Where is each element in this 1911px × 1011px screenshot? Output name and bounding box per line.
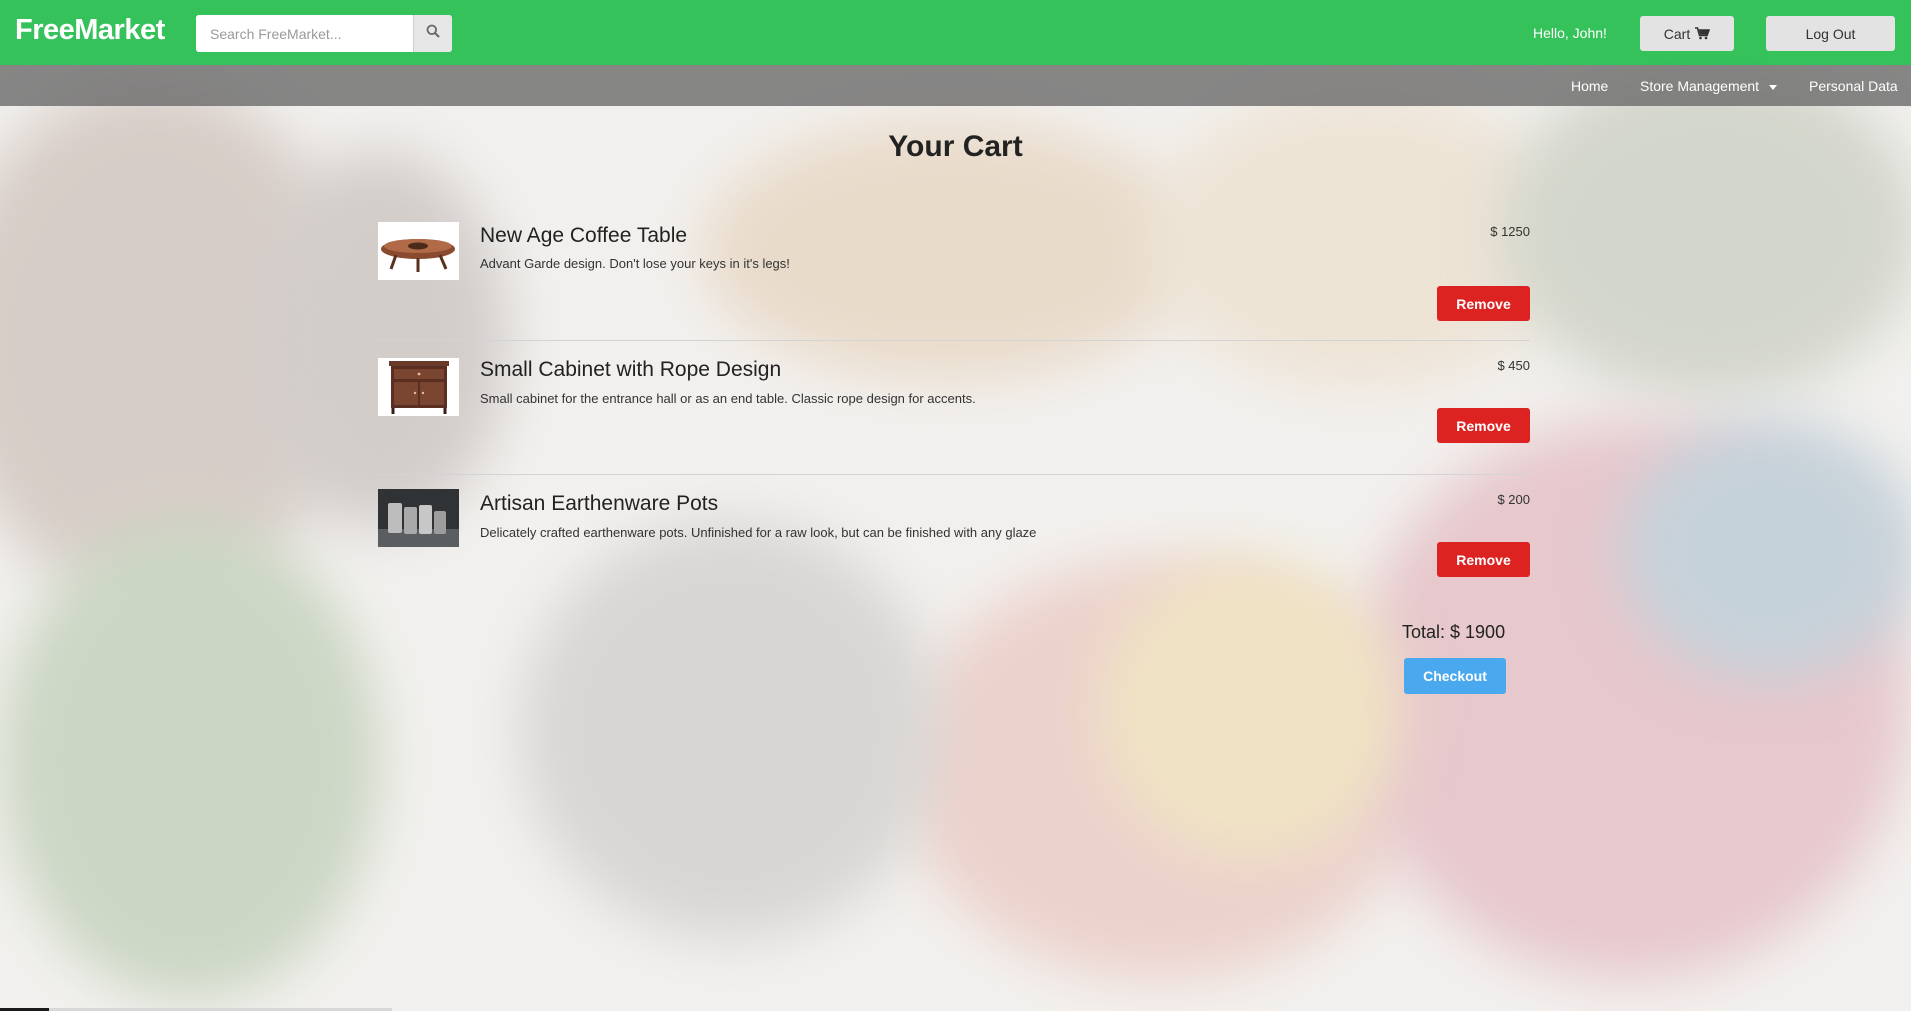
product-description: Delicately crafted earthenware pots. Unf…	[480, 525, 1037, 540]
remove-button[interactable]: Remove	[1437, 286, 1530, 321]
product-price: $ 450	[1497, 358, 1530, 373]
logout-button[interactable]: Log Out	[1766, 16, 1895, 51]
product-description: Small cabinet for the entrance hall or a…	[480, 391, 976, 406]
search-bar	[196, 15, 452, 52]
search-input[interactable]	[196, 15, 413, 52]
remove-button[interactable]: Remove	[1437, 542, 1530, 577]
user-greeting: Hello, John!	[1533, 25, 1607, 41]
product-price: $ 200	[1497, 492, 1530, 507]
nav-store-management[interactable]: Store Management	[1640, 78, 1778, 94]
cart-button[interactable]: Cart	[1640, 16, 1734, 51]
chevron-down-icon	[1769, 84, 1778, 90]
product-image-cabinet	[378, 358, 459, 416]
nav-personal-data[interactable]: Personal Data	[1809, 78, 1898, 94]
cart-label: Cart	[1663, 25, 1691, 42]
product-image-earthenware-pots	[378, 489, 459, 547]
page-title: Your Cart	[888, 130, 1023, 163]
product-name[interactable]: New Age Coffee Table	[480, 224, 687, 248]
remove-button[interactable]: Remove	[1437, 408, 1530, 443]
product-name[interactable]: Small Cabinet with Rope Design	[480, 358, 781, 382]
product-price: $ 1250	[1490, 224, 1530, 239]
search-icon	[426, 24, 440, 43]
cart-item: Artisan Earthenware Pots Delicately craf…	[378, 474, 1530, 608]
shopping-cart-icon	[1695, 27, 1711, 40]
nav-home[interactable]: Home	[1571, 78, 1608, 94]
secondary-navbar: Home Store Management Personal Data	[0, 65, 1911, 106]
product-image-coffee-table	[378, 222, 459, 280]
product-name[interactable]: Artisan Earthenware Pots	[480, 492, 718, 516]
checkout-button[interactable]: Checkout	[1404, 658, 1506, 694]
cart-total: Total: $ 1900	[1402, 622, 1506, 642]
cart-item: Small Cabinet with Rope Design Small cab…	[378, 340, 1530, 474]
search-button[interactable]	[413, 15, 452, 52]
nav-store-management-label: Store Management	[1640, 78, 1760, 94]
product-description: Advant Garde design. Don't lose your key…	[480, 256, 790, 271]
cart-item: New Age Coffee Table Advant Garde design…	[378, 216, 1530, 349]
top-navbar: FreeMarket Hello, John! Cart Log Out	[0, 0, 1911, 65]
brand-logo[interactable]: FreeMarket	[15, 14, 165, 47]
